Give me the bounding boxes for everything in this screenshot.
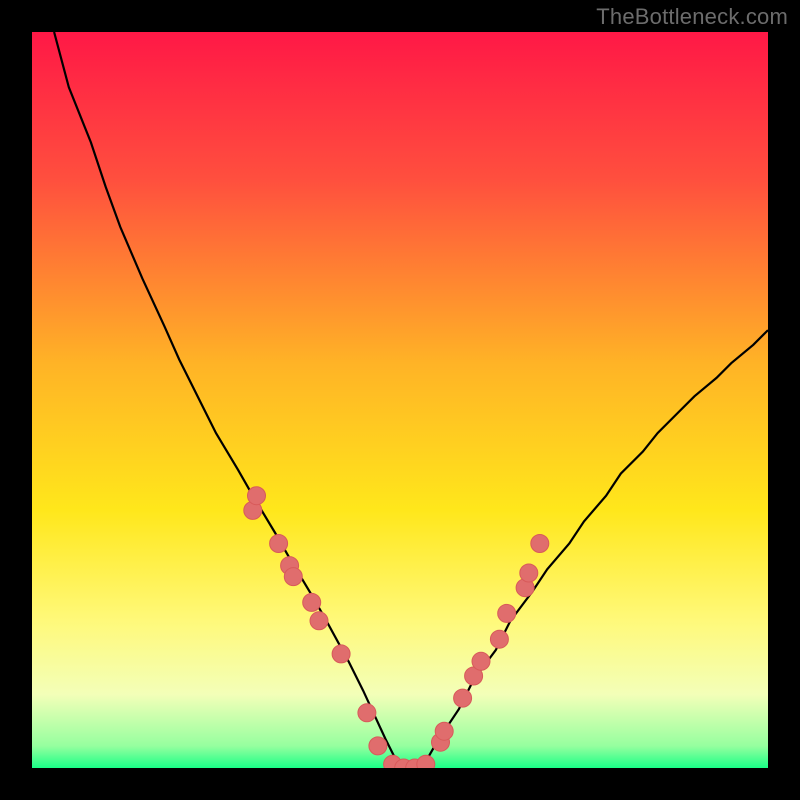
data-point-marker xyxy=(531,535,549,553)
data-point-marker xyxy=(472,652,490,670)
data-point-marker xyxy=(310,612,328,630)
data-point-marker xyxy=(284,568,302,586)
chart-frame: TheBottleneck.com xyxy=(0,0,800,800)
data-point-marker xyxy=(435,722,453,740)
data-point-marker xyxy=(498,604,516,622)
data-point-marker xyxy=(303,593,321,611)
data-point-marker xyxy=(520,564,538,582)
watermark-text: TheBottleneck.com xyxy=(596,4,788,30)
data-point-marker xyxy=(248,487,266,505)
bottleneck-curve-chart xyxy=(32,32,768,768)
data-point-marker xyxy=(369,737,387,755)
data-point-marker xyxy=(490,630,508,648)
data-point-marker xyxy=(454,689,472,707)
data-point-marker xyxy=(358,704,376,722)
data-point-marker xyxy=(332,645,350,663)
data-point-marker xyxy=(417,755,435,768)
data-point-marker xyxy=(270,535,288,553)
plot-area xyxy=(32,32,768,768)
bottleneck-curve xyxy=(54,32,768,768)
